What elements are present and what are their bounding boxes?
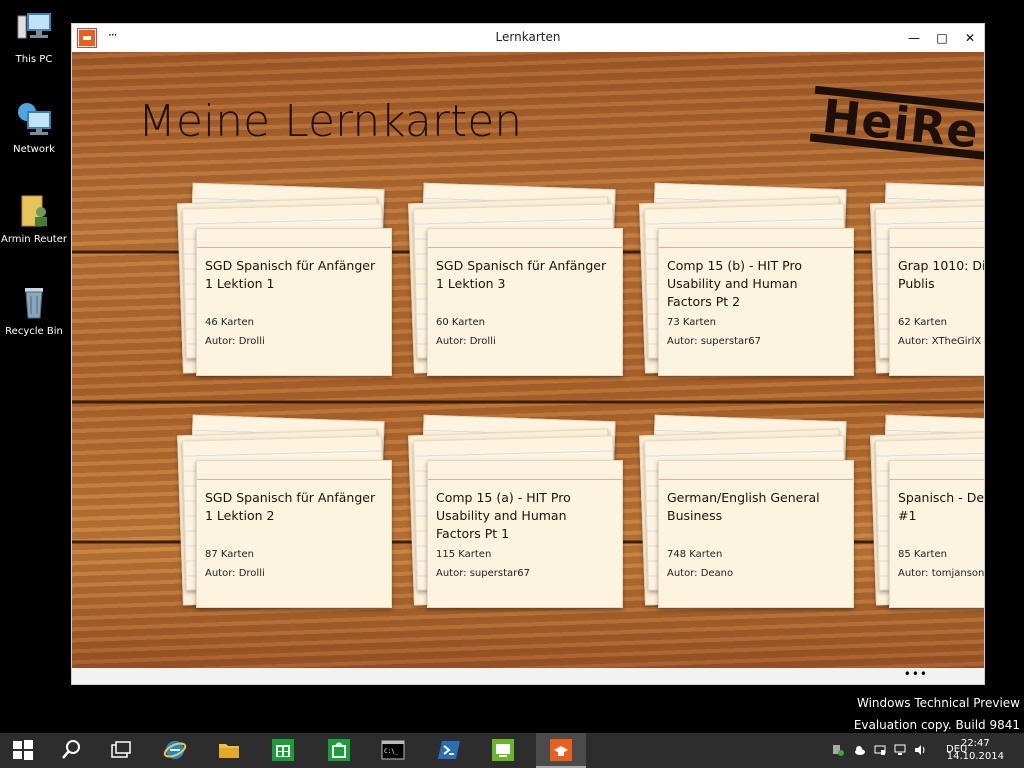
windows-logo-icon (13, 740, 33, 760)
card-author: Autor: superstar67 (667, 336, 761, 347)
window-title: Lernkarten (495, 30, 561, 44)
taskbar-store[interactable] (260, 733, 306, 768)
card-title: German/English General Business (667, 490, 820, 523)
app-bar: ••• (72, 668, 984, 684)
close-button[interactable]: ✕ (956, 26, 984, 50)
card-count: 115 Karten (436, 549, 492, 560)
taskbar: C:\_ DEU 22:47 14.10.2014 (0, 733, 1024, 768)
card-count: 87 Karten (205, 549, 254, 560)
watermark-line1: Windows Technical Preview (856, 696, 1020, 710)
card-title: Comp 15 (b) - HIT Pro Usability and Huma… (667, 258, 803, 309)
store-icon (272, 739, 294, 761)
card-author: Autor: Deano (667, 568, 734, 579)
card-author: Autor: tomjanson (898, 568, 984, 579)
internet-explorer-icon (163, 741, 187, 759)
desktop-icon-label: Network (13, 144, 55, 155)
card-title: SGD Spanisch für Anfänger 1 Lektion 2 (205, 490, 376, 523)
network-tray-icon[interactable] (894, 744, 906, 756)
taskbar-file-explorer[interactable] (206, 733, 252, 768)
search-button[interactable] (48, 733, 94, 768)
powershell-icon (438, 741, 460, 759)
security-icon[interactable] (832, 744, 844, 756)
taskbar-app-green[interactable] (480, 733, 526, 768)
card-deck[interactable]: Spanisch - Deu Essentials #1 85 Karten A… (870, 414, 984, 614)
minimize-button[interactable]: — (900, 26, 928, 50)
taskbar-command-prompt[interactable]: C:\_ (370, 733, 416, 768)
card-title: SGD Spanisch für Anfänger 1 Lektion 1 (205, 258, 376, 291)
maximize-button[interactable]: □ (928, 26, 956, 50)
desktop-icon-label: Recycle Bin (5, 326, 63, 337)
volume-icon[interactable] (914, 744, 926, 756)
taskbar-store-2[interactable] (316, 733, 362, 768)
main-content: Meine Lernkarten HeiRe SGD Spanisch für … (72, 52, 984, 670)
card-count: 60 Karten (436, 317, 485, 328)
task-view-icon (111, 741, 131, 758)
svg-text:C:\_: C:\_ (384, 748, 399, 755)
card-title: Comp 15 (a) - HIT Pro Usability and Huma… (436, 490, 571, 541)
brand-logo-text: HeiRe (819, 88, 982, 159)
card-deck[interactable]: SGD Spanisch für Anfänger 1 Lektion 2 87… (177, 414, 394, 614)
card-author: Autor: Drolli (205, 568, 265, 579)
card-count: 62 Karten (898, 317, 947, 328)
search-icon (62, 740, 80, 759)
card-count: 748 Karten (667, 549, 723, 560)
clock-time: 22:47 (960, 738, 990, 749)
terminal-icon: C:\_ (381, 740, 405, 760)
card-deck[interactable]: SGD Spanisch für Anfänger 1 Lektion 3 60… (408, 182, 625, 382)
computer-icon (14, 10, 54, 50)
card-count: 46 Karten (205, 317, 254, 328)
card-author: Autor: Drolli (436, 336, 496, 347)
card-title: SGD Spanisch für Anfänger 1 Lektion 3 (436, 258, 607, 291)
card-author: Autor: superstar67 (436, 568, 530, 579)
folder-icon (219, 744, 239, 758)
screen-app-icon (492, 739, 514, 761)
user-folder-icon (14, 190, 54, 230)
taskbar-powershell[interactable] (426, 733, 472, 768)
card-count: 73 Karten (667, 317, 716, 328)
card-deck[interactable]: Comp 15 (a) - HIT Pro Usability and Huma… (408, 414, 625, 614)
card-deck[interactable]: Comp 15 (b) - HIT Pro Usability and Huma… (639, 182, 856, 382)
app-window: ··· Lernkarten — □ ✕ Meine Lernkarten He… (71, 23, 985, 685)
brand-logo: HeiRe (809, 80, 984, 171)
card-deck[interactable]: Grap 1010: Digi Desktop Publis 62 Karten… (870, 182, 984, 382)
desktop-icon-label: Armin Reuter (1, 234, 67, 245)
desktop-icon-recycle-bin[interactable]: Recycle Bin (0, 282, 68, 337)
recycle-bin-icon (14, 282, 54, 322)
desktop-icon-this-pc[interactable]: This PC (0, 10, 68, 65)
card-title: Spanisch - Deu Essentials #1 (898, 490, 984, 523)
start-button[interactable] (0, 733, 46, 768)
clock-date: 14.10.2014 (946, 751, 1004, 762)
card-count: 85 Karten (898, 549, 947, 560)
card-author: Autor: Drolli (205, 336, 265, 347)
taskbar-internet-explorer[interactable] (152, 733, 198, 768)
card-author: Autor: XTheGirlX (898, 336, 982, 347)
desktop-icon-label: This PC (15, 54, 53, 65)
card-deck[interactable]: German/English General Business 748 Kart… (639, 414, 856, 614)
app-bar-more-button[interactable]: ••• (904, 668, 928, 680)
card-deck[interactable]: SGD Spanisch für Anfänger 1 Lektion 1 46… (177, 182, 394, 382)
desktop-icon-user-folder[interactable]: Armin Reuter (0, 190, 68, 245)
clock[interactable]: 22:47 14.10.2014 (947, 737, 1004, 763)
shopping-bag-icon (328, 739, 350, 761)
title-bar[interactable]: ··· Lernkarten — □ ✕ (72, 24, 984, 52)
onedrive-icon[interactable] (854, 744, 866, 756)
lernkarten-app-icon (550, 739, 572, 761)
page-title: Meine Lernkarten (138, 96, 523, 147)
taskbar-lernkarten[interactable] (536, 733, 586, 768)
task-view-button[interactable] (98, 733, 144, 768)
system-tray: DEU 22:47 14.10.2014 (824, 733, 1024, 768)
network-icon (14, 100, 54, 140)
desktop-icon-network[interactable]: Network (0, 100, 68, 155)
watermark-line2: Evaluation copy. Build 9841 (853, 718, 1020, 732)
card-title: Grap 1010: Digi Desktop Publis (898, 258, 984, 291)
action-center-icon[interactable] (874, 744, 886, 756)
